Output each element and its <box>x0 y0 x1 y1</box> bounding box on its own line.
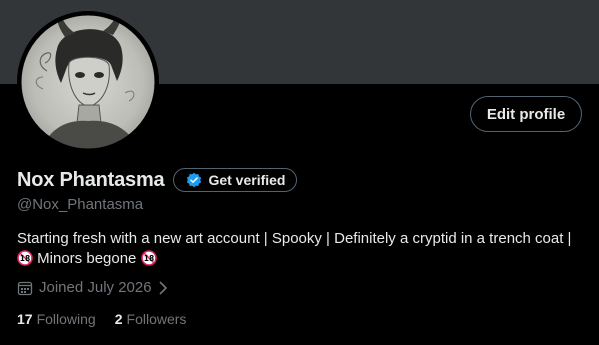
chevron-right-icon <box>159 280 167 295</box>
calendar-icon <box>17 281 33 295</box>
edit-profile-button[interactable]: Edit profile <box>470 96 582 132</box>
name-row: Nox Phantasma Get verified <box>17 168 298 192</box>
no-one-under-eighteen-icon: 18 <box>17 250 33 266</box>
following-link[interactable]: 17 Following <box>17 311 96 327</box>
avatar-sketch <box>17 11 159 153</box>
user-handle: @Nox_Phantasma <box>17 196 144 213</box>
following-count: 17 <box>17 311 33 327</box>
following-label: Following <box>36 311 96 327</box>
bio-tail-text: Minors begone <box>37 250 137 267</box>
get-verified-label: Get verified <box>208 172 286 188</box>
follow-stats: 17 Following 2 Followers <box>17 311 205 327</box>
get-verified-button[interactable]: Get verified <box>173 168 298 192</box>
joined-date[interactable]: Joined July 2026 <box>17 279 168 296</box>
verified-badge-icon <box>187 172 202 188</box>
bio-text: Starting fresh with a new art account | … <box>17 230 572 247</box>
followers-label: Followers <box>126 311 187 327</box>
display-name: Nox Phantasma <box>17 168 165 191</box>
no-18-badge-text: 18 <box>20 254 30 263</box>
avatar[interactable] <box>17 11 159 153</box>
no-18-badge-text: 18 <box>143 254 153 263</box>
no-one-under-eighteen-icon: 18 <box>140 250 157 266</box>
joined-label: Joined July 2026 <box>39 279 152 296</box>
bio: Starting fresh with a new art account | … <box>17 229 587 269</box>
followers-link[interactable]: 2 Followers <box>115 311 187 327</box>
followers-count: 2 <box>114 311 123 327</box>
